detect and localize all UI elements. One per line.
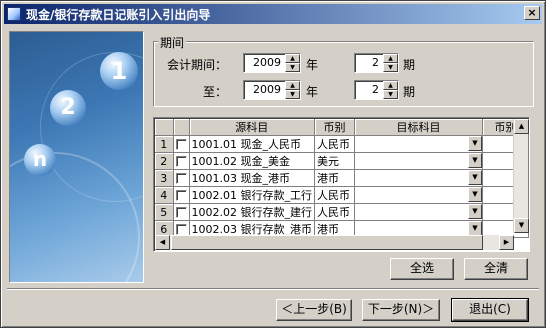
row-checkbox-cell[interactable] bbox=[173, 169, 190, 187]
dropdown-arrow-icon[interactable]: ▼ bbox=[467, 221, 482, 236]
exit-button[interactable]: 退出(C) bbox=[451, 298, 529, 322]
source-account-cell[interactable]: 1002.01 银行存款_工行 bbox=[189, 186, 315, 204]
wizard-banner-image: 1 2 n bbox=[9, 31, 144, 283]
next-button[interactable]: 下一步(N)＞ bbox=[362, 299, 440, 321]
table-row[interactable]: 2 1001.02 现金_美金 美元 ▼ bbox=[155, 152, 529, 170]
from-year-spinner[interactable]: 2009 ▲ ▼ bbox=[243, 53, 301, 73]
mapping-table: 源科目 币别 目标科目 币别 1 1001.01 现金_人民币 人民币 ▼ 2 1001.… bbox=[155, 119, 529, 238]
row-number[interactable]: 5 bbox=[155, 203, 174, 221]
table-row[interactable]: 1 1001.01 现金_人民币 人民币 ▼ bbox=[155, 135, 529, 153]
to-period-up-arrow-icon[interactable]: ▲ bbox=[383, 81, 398, 90]
wizard-window: 现金/银行存款日记账引入引出向导 × 1 2 n 期间 会计期间： 2009 ▲… bbox=[0, 0, 546, 328]
from-period-spinner[interactable]: 2 ▲ ▼ bbox=[354, 53, 399, 73]
table-row[interactable]: 3 1001.03 现金_港币 港币 ▼ bbox=[155, 169, 529, 187]
vertical-scrollbar[interactable]: ▲ ▼ bbox=[513, 119, 529, 233]
col-header-currency[interactable]: 币别 bbox=[314, 119, 355, 136]
scroll-up-arrow-icon[interactable]: ▲ bbox=[514, 119, 529, 134]
corner-header bbox=[155, 119, 174, 136]
window-title: 现金/银行存款日记账引入引出向导 bbox=[26, 7, 211, 22]
currency-cell[interactable]: 美元 bbox=[314, 152, 355, 170]
row-checkbox[interactable] bbox=[175, 173, 187, 184]
row-number[interactable]: 4 bbox=[155, 186, 174, 204]
check-header bbox=[173, 119, 190, 136]
from-period-label: 会计期间： bbox=[167, 58, 228, 72]
row-checkbox-cell[interactable] bbox=[173, 135, 190, 153]
currency-cell[interactable]: 人民币 bbox=[314, 135, 355, 153]
source-account-cell[interactable]: 1001.03 现金_港币 bbox=[189, 169, 315, 187]
dropdown-arrow-icon[interactable]: ▼ bbox=[467, 153, 482, 168]
to-period-label: 至： bbox=[203, 85, 228, 99]
number-ball-1: 1 bbox=[100, 52, 138, 90]
col-header-source-account[interactable]: 源科目 bbox=[189, 119, 315, 136]
row-number[interactable]: 2 bbox=[155, 152, 174, 170]
period-legend: 期间 bbox=[158, 34, 187, 51]
select-all-button[interactable]: 全选 bbox=[390, 258, 454, 280]
row-number[interactable]: 1 bbox=[155, 135, 174, 153]
source-account-cell[interactable]: 1001.02 现金_美金 bbox=[189, 152, 315, 170]
to-year-down-arrow-icon[interactable]: ▼ bbox=[285, 90, 300, 99]
to-year-unit: 年 bbox=[306, 85, 319, 99]
row-checkbox[interactable] bbox=[175, 224, 187, 235]
col-header-target-account[interactable]: 目标科目 bbox=[354, 119, 483, 136]
table-header-row: 源科目 币别 目标科目 币别 bbox=[155, 119, 529, 136]
number-ball-n: n bbox=[24, 144, 56, 176]
source-account-cell[interactable]: 1001.01 现金_人民币 bbox=[189, 135, 315, 153]
target-account-cell[interactable]: ▼ bbox=[354, 203, 483, 221]
scroll-down-arrow-icon[interactable]: ▼ bbox=[514, 218, 529, 233]
horizontal-scroll-thumb[interactable] bbox=[171, 235, 483, 250]
dropdown-arrow-icon[interactable]: ▼ bbox=[467, 204, 482, 219]
target-account-cell[interactable]: ▼ bbox=[354, 169, 483, 187]
row-checkbox-cell[interactable] bbox=[173, 186, 190, 204]
from-year-down-arrow-icon[interactable]: ▼ bbox=[285, 63, 300, 72]
target-account-cell[interactable]: ▼ bbox=[354, 135, 483, 153]
row-checkbox[interactable] bbox=[175, 207, 187, 218]
row-checkbox[interactable] bbox=[175, 156, 187, 167]
from-period-down-arrow-icon[interactable]: ▼ bbox=[383, 63, 398, 72]
title-bar[interactable]: 现金/银行存款日记账引入引出向导 × bbox=[4, 4, 542, 24]
to-period-down-arrow-icon[interactable]: ▼ bbox=[383, 90, 398, 99]
scroll-right-arrow-icon[interactable]: ▶ bbox=[499, 235, 514, 250]
from-year-unit: 年 bbox=[306, 58, 319, 72]
to-period-unit: 期 bbox=[403, 85, 416, 99]
row-checkbox[interactable] bbox=[175, 190, 187, 201]
from-period-up-arrow-icon[interactable]: ▲ bbox=[383, 54, 398, 63]
horizontal-scrollbar[interactable]: ◀ ▶ bbox=[155, 235, 514, 250]
currency-cell[interactable]: 人民币 bbox=[314, 203, 355, 221]
target-account-cell[interactable]: ▼ bbox=[354, 152, 483, 170]
to-period-value[interactable]: 2 bbox=[355, 81, 382, 99]
row-checkbox-cell[interactable] bbox=[173, 152, 190, 170]
clear-all-button[interactable]: 全清 bbox=[464, 258, 528, 280]
prev-button[interactable]: ＜上一步(B) bbox=[276, 299, 352, 321]
table-row[interactable]: 5 1002.02 银行存款_建行 人民币 ▼ bbox=[155, 203, 529, 221]
row-number[interactable]: 3 bbox=[155, 169, 174, 187]
to-year-value[interactable]: 2009 bbox=[244, 81, 284, 99]
target-account-cell[interactable]: ▼ bbox=[354, 186, 483, 204]
dropdown-arrow-icon[interactable]: ▼ bbox=[467, 136, 482, 151]
footer-separator bbox=[7, 288, 539, 290]
close-button[interactable]: × bbox=[524, 6, 540, 20]
to-period-spinner[interactable]: 2 ▲ ▼ bbox=[354, 80, 399, 100]
from-period-unit: 期 bbox=[403, 58, 416, 72]
account-mapping-grid[interactable]: 源科目 币别 目标科目 币别 1 1001.01 现金_人民币 人民币 ▼ 2 1001.… bbox=[153, 117, 530, 252]
currency-cell[interactable]: 港币 bbox=[314, 169, 355, 187]
app-icon bbox=[7, 7, 21, 21]
dropdown-arrow-icon[interactable]: ▼ bbox=[467, 170, 482, 185]
to-year-spinner[interactable]: 2009 ▲ ▼ bbox=[243, 80, 301, 100]
from-period-value[interactable]: 2 bbox=[355, 54, 382, 72]
number-ball-2: 2 bbox=[50, 90, 86, 126]
currency-cell[interactable]: 人民币 bbox=[314, 186, 355, 204]
scroll-left-arrow-icon[interactable]: ◀ bbox=[155, 235, 170, 250]
from-year-value[interactable]: 2009 bbox=[244, 54, 284, 72]
row-checkbox-cell[interactable] bbox=[173, 203, 190, 221]
to-year-up-arrow-icon[interactable]: ▲ bbox=[285, 81, 300, 90]
dropdown-arrow-icon[interactable]: ▼ bbox=[467, 187, 482, 202]
row-checkbox[interactable] bbox=[175, 139, 187, 150]
source-account-cell[interactable]: 1002.02 银行存款_建行 bbox=[189, 203, 315, 221]
from-year-up-arrow-icon[interactable]: ▲ bbox=[285, 54, 300, 63]
table-row[interactable]: 4 1002.01 银行存款_工行 人民币 ▼ bbox=[155, 186, 529, 204]
